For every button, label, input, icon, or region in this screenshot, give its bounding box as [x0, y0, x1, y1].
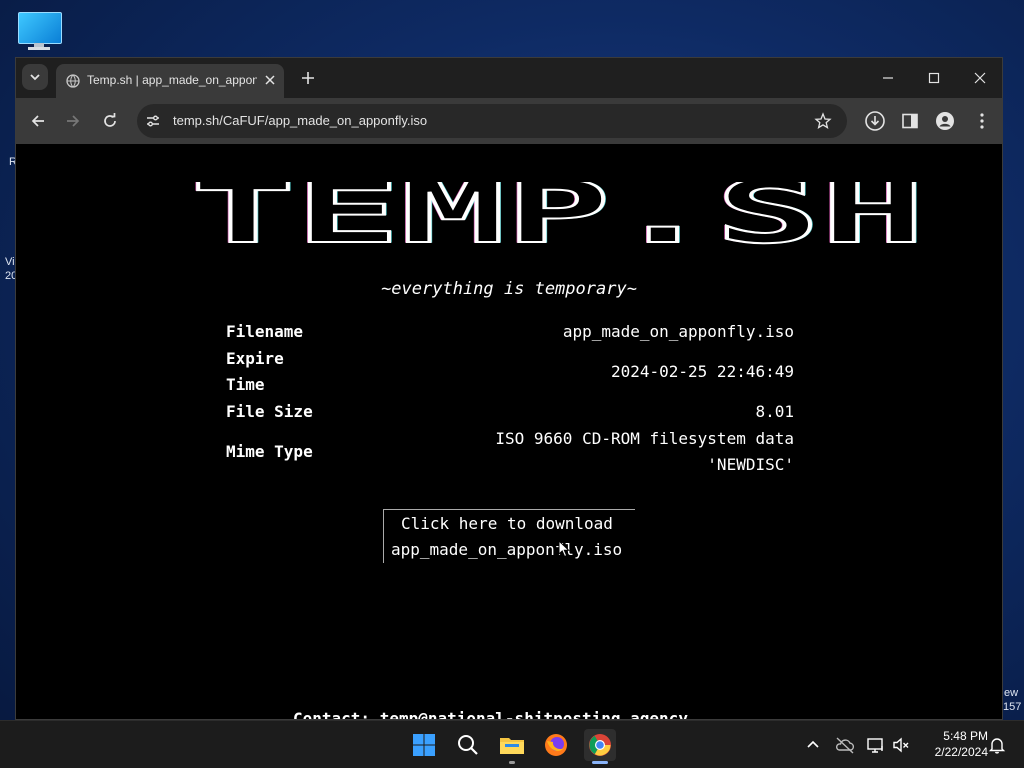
taskbar: 5:48 PM 2/22/2024: [0, 720, 1024, 768]
search-button[interactable]: [452, 729, 484, 761]
plus-icon: [302, 72, 314, 84]
close-window-icon[interactable]: [968, 68, 992, 88]
browser-toolbar: temp.sh/CaFUF/app_made_on_apponfly.iso: [16, 98, 1002, 144]
firefox-button[interactable]: [540, 729, 572, 761]
more-menu-icon[interactable]: [972, 111, 992, 131]
url-text: temp.sh/CaFUF/app_made_on_apponfly.iso: [173, 113, 428, 128]
download-icon[interactable]: [864, 110, 886, 132]
new-tab-button[interactable]: [298, 68, 318, 88]
clock-time: 5:48 PM: [943, 729, 988, 743]
desktop-edge-text: 157: [1003, 701, 1022, 713]
browser-window: Temp.sh | app_made_on_apponfly.iso temp.…: [15, 57, 1003, 720]
search-icon: [458, 735, 478, 755]
firefox-icon: [545, 734, 567, 756]
network-icon[interactable]: [866, 735, 886, 755]
this-pc-desktop-icon[interactable]: [17, 10, 62, 50]
forward-arrow-icon[interactable]: [63, 111, 83, 131]
mime-type-label: Mime Type: [226, 442, 313, 461]
back-arrow-icon[interactable]: [28, 111, 48, 131]
tab-strip: Temp.sh | app_made_on_apponfly.iso: [16, 58, 1002, 98]
mouse-cursor-icon: [558, 540, 570, 558]
site-settings-icon[interactable]: [145, 113, 161, 129]
filename-value: app_made_on_apponfly.iso: [562, 322, 794, 341]
address-bar[interactable]: temp.sh/CaFUF/app_made_on_apponfly.iso: [137, 104, 847, 138]
folder-icon: [500, 738, 524, 754]
temp-sh-logo: TEMP.SH TEMP.SH TEMP.SH: [188, 182, 927, 246]
svg-text:TEMP.SH: TEMP.SH: [191, 182, 926, 246]
mime-type-value-line1: ISO 9660 CD-ROM filesystem data: [495, 429, 794, 448]
system-clock[interactable]: 5:48 PM 2/22/2024: [918, 728, 988, 760]
minimize-icon[interactable]: [876, 68, 900, 88]
notification-bell-icon[interactable]: [987, 735, 1007, 755]
contact-text: Contact: temp@national-shitposting.agenc…: [293, 709, 688, 719]
desktop-edge-text: ew: [1004, 687, 1019, 699]
reload-icon[interactable]: [100, 111, 120, 131]
onedrive-offline-icon[interactable]: [834, 735, 856, 755]
tab-active[interactable]: Temp.sh | app_made_on_apponfly.iso: [56, 64, 284, 98]
volume-muted-icon[interactable]: [891, 735, 911, 755]
tab-title: Temp.sh | app_made_on_apponfly.iso: [87, 73, 257, 87]
mime-type-value-line2: 'NEWDISC': [707, 455, 794, 474]
start-button[interactable]: [408, 729, 440, 761]
expire-label-line1: Expire: [226, 349, 284, 368]
clock-date: 2/22/2024: [934, 745, 988, 759]
monitor-icon: [18, 12, 62, 44]
desktop-edge-text: Vi: [5, 256, 15, 268]
windows-logo-icon: [413, 734, 435, 756]
chevron-down-icon: [30, 74, 40, 81]
filename-label: Filename: [226, 322, 304, 341]
profile-icon[interactable]: [935, 111, 955, 131]
web-page: TEMP.SH TEMP.SH TEMP.SH ~everything is t…: [16, 144, 1002, 719]
download-link-line1[interactable]: Click here to download: [401, 514, 613, 533]
close-tab-icon[interactable]: [263, 73, 277, 87]
file-size-label: File Size: [226, 402, 313, 421]
file-size-value: 8.01: [755, 402, 794, 421]
download-link[interactable]: Click here to download app_made_on_appon…: [383, 509, 635, 563]
maximize-icon[interactable]: [922, 68, 946, 88]
file-explorer-button[interactable]: [496, 729, 528, 761]
globe-icon: [66, 74, 80, 88]
chevron-up-icon[interactable]: [803, 735, 823, 755]
bookmark-star-icon[interactable]: [814, 112, 832, 130]
tab-search-button[interactable]: [22, 64, 48, 90]
chrome-icon: [589, 734, 611, 756]
chrome-button[interactable]: [584, 729, 616, 761]
expire-label-line2: Time: [226, 375, 265, 394]
tagline: ~everything is temporary~: [381, 279, 637, 299]
download-link-line2[interactable]: app_made_on_apponfly.iso: [391, 540, 622, 559]
side-panel-icon[interactable]: [900, 111, 920, 131]
expire-value: 2024-02-25 22:46:49: [610, 362, 794, 381]
